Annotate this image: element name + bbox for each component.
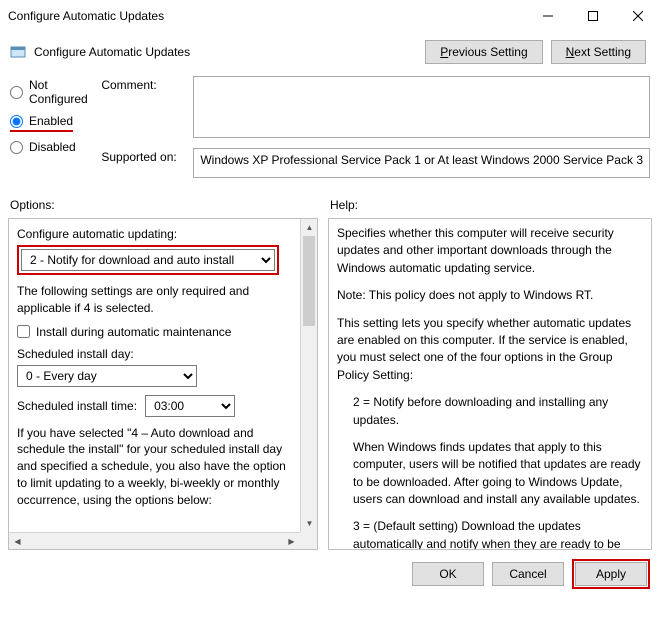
panels: Configure automatic updating: 2 - Notify… — [0, 214, 660, 554]
help-label: Help: — [330, 198, 650, 212]
help-text: Specifies whether this computer will rec… — [337, 225, 643, 277]
close-button[interactable] — [615, 0, 660, 32]
help-panel: Specifies whether this computer will rec… — [328, 218, 652, 550]
header: Configure Automatic Updates Previous Set… — [0, 32, 660, 68]
scroll-left-arrow-icon[interactable]: ◀ — [9, 533, 26, 550]
options-content: Configure automatic updating: 2 - Notify… — [9, 219, 300, 532]
maximize-button[interactable] — [570, 0, 615, 32]
help-text: 2 = Notify before downloading and instal… — [337, 394, 643, 429]
options-note: The following settings are only required… — [17, 283, 292, 317]
ok-button[interactable]: OK — [412, 562, 484, 586]
radio-not-configured[interactable]: Not Configured — [10, 78, 91, 106]
previous-setting-button[interactable]: Previous Setting — [425, 40, 542, 64]
scroll-thumb[interactable] — [303, 236, 315, 326]
configure-updating-select[interactable]: 2 - Notify for download and auto install — [21, 249, 275, 271]
options-label: Options: — [10, 198, 320, 212]
title-bar: Configure Automatic Updates — [0, 0, 660, 32]
scheduled-install-time-label: Scheduled install time: — [17, 399, 137, 413]
install-during-maintenance-input[interactable] — [17, 325, 30, 338]
install-during-maintenance-checkbox[interactable]: Install during automatic maintenance — [17, 325, 292, 339]
scroll-right-arrow-icon[interactable]: ▶ — [283, 533, 300, 550]
next-setting-button[interactable]: Next Setting — [551, 40, 646, 64]
cancel-button[interactable]: Cancel — [492, 562, 564, 586]
radio-enabled[interactable]: Enabled — [10, 114, 73, 128]
scroll-down-arrow-icon[interactable]: ▼ — [301, 515, 318, 532]
radio-disabled[interactable]: Disabled — [10, 140, 91, 154]
radio-enabled-label: Enabled — [29, 114, 73, 128]
help-text: This setting lets you specify whether au… — [337, 315, 643, 385]
options-long-note: If you have selected "4 – Auto download … — [17, 425, 292, 509]
scroll-corner — [300, 532, 317, 549]
options-vertical-scrollbar[interactable]: ▲ ▼ — [300, 219, 317, 532]
supported-on-label: Supported on: — [101, 148, 185, 164]
window-title: Configure Automatic Updates — [8, 9, 525, 23]
scheduled-install-day-label: Scheduled install day: — [17, 347, 292, 361]
apply-button[interactable]: Apply — [575, 562, 647, 586]
install-during-maintenance-label: Install during automatic maintenance — [36, 325, 231, 339]
radio-not-configured-label: Not Configured — [29, 78, 91, 106]
configure-updating-label: Configure automatic updating: — [17, 227, 292, 241]
section-labels: Options: Help: — [0, 194, 660, 214]
options-panel: Configure automatic updating: 2 - Notify… — [8, 218, 318, 550]
options-horizontal-scrollbar[interactable]: ◀ ▶ — [9, 532, 300, 549]
radio-disabled-input[interactable] — [10, 141, 23, 154]
radio-not-configured-input[interactable] — [10, 86, 23, 99]
comment-textbox[interactable] — [193, 76, 650, 138]
scroll-up-arrow-icon[interactable]: ▲ — [301, 219, 318, 236]
help-text: 3 = (Default setting) Download the updat… — [337, 518, 643, 550]
scheduled-install-day-select[interactable]: 0 - Every day — [17, 365, 197, 387]
window-controls — [525, 0, 660, 32]
scheduled-install-time-select[interactable]: 03:00 — [145, 395, 235, 417]
help-text: When Windows finds updates that apply to… — [337, 439, 643, 509]
help-text: Note: This policy does not apply to Wind… — [337, 287, 643, 304]
radio-disabled-label: Disabled — [29, 140, 76, 154]
dialog-footer: OK Cancel Apply — [0, 554, 660, 594]
config-area: Not Configured Enabled Disabled Comment:… — [0, 68, 660, 188]
policy-title: Configure Automatic Updates — [34, 45, 417, 59]
state-radio-group: Not Configured Enabled Disabled — [10, 76, 91, 154]
policy-icon — [10, 44, 26, 60]
supported-on-text: Windows XP Professional Service Pack 1 o… — [193, 148, 650, 178]
comment-label: Comment: — [101, 76, 185, 92]
radio-enabled-input[interactable] — [10, 115, 23, 128]
minimize-button[interactable] — [525, 0, 570, 32]
